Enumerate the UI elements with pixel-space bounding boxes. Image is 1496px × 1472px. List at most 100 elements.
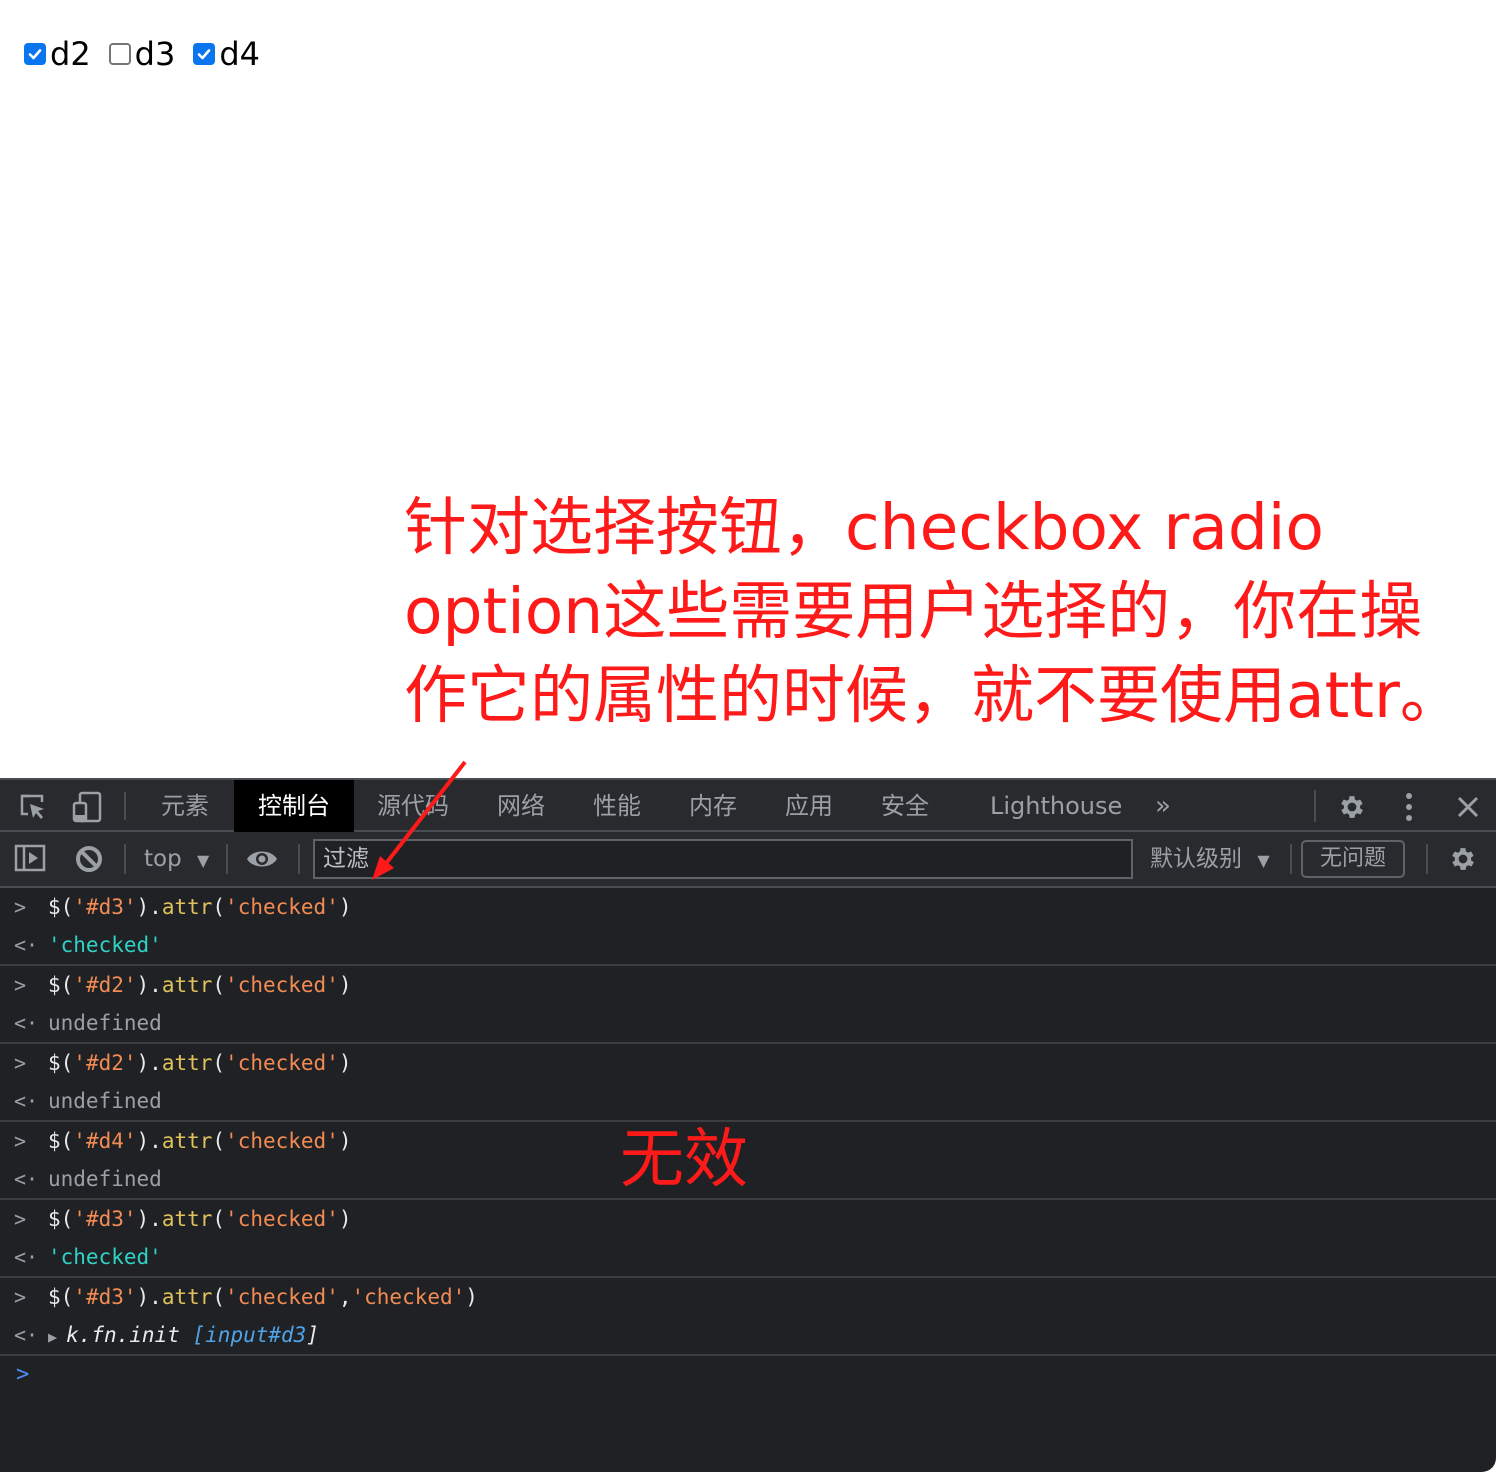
devtools-panel: 元素 控制台 源代码 网络 性能 内存 应用 安全 Lighthouse » t… bbox=[0, 778, 1496, 1472]
code-token: ( bbox=[212, 1051, 226, 1075]
separator bbox=[298, 844, 300, 874]
filter-input[interactable] bbox=[313, 839, 1133, 879]
tab-lighthouse[interactable]: Lighthouse bbox=[990, 780, 1122, 832]
console-entry: > $('#d2').attr('checked') <· undefined bbox=[0, 966, 1496, 1044]
separator bbox=[1290, 844, 1292, 874]
console-output-line: <· undefined bbox=[0, 1082, 1496, 1120]
code-method: attr bbox=[161, 895, 213, 919]
vertical-dots-icon[interactable] bbox=[1392, 790, 1426, 824]
console-entry: > $('#d3').attr('checked','checked') <· ▶ k… bbox=[0, 1278, 1496, 1356]
code-token: $( bbox=[48, 1129, 74, 1153]
code-method: attr bbox=[161, 1207, 213, 1231]
console-settings-gear-icon[interactable] bbox=[1448, 844, 1478, 878]
console-input-line[interactable]: > $('#d3').attr('checked') bbox=[0, 888, 1496, 926]
console-input-line[interactable]: > $('#d2').attr('checked') bbox=[0, 1044, 1496, 1082]
code-token: ] bbox=[306, 1323, 319, 1347]
code-token: ( bbox=[212, 973, 226, 997]
devtools-tab-bar: 元素 控制台 源代码 网络 性能 内存 应用 安全 Lighthouse » bbox=[0, 778, 1496, 832]
console-output-line: <· 'checked' bbox=[0, 926, 1496, 964]
checkbox-d2-box[interactable] bbox=[24, 43, 46, 65]
tab-network[interactable]: 网络 bbox=[476, 780, 566, 832]
code-string: '#d3' bbox=[73, 1207, 137, 1231]
result-string: 'checked' bbox=[48, 1245, 162, 1269]
tab-application[interactable]: 应用 bbox=[764, 780, 854, 832]
console-entry: > $('#d3').attr('checked') <· 'checked' bbox=[0, 1200, 1496, 1278]
context-selector[interactable]: top ▼ bbox=[144, 832, 209, 888]
code-string: 'checked' bbox=[225, 895, 339, 919]
result-string: 'checked' bbox=[48, 933, 162, 957]
code-token: ). bbox=[136, 1129, 162, 1153]
tab-memory[interactable]: 内存 bbox=[668, 780, 758, 832]
checkbox-d4-box[interactable] bbox=[193, 43, 216, 65]
input-chevron-icon: > bbox=[14, 1051, 27, 1075]
console-input-line[interactable]: > $('#d4').attr('checked') bbox=[0, 1122, 1496, 1160]
checkmark-icon bbox=[198, 49, 211, 60]
eye-icon[interactable] bbox=[245, 846, 279, 876]
separator bbox=[124, 844, 126, 874]
console-input-line[interactable]: > $('#d3').attr('checked','checked') bbox=[0, 1278, 1496, 1316]
dropdown-arrow-icon: ▼ bbox=[197, 851, 210, 870]
code-token: ( bbox=[212, 895, 226, 919]
code-string: '#d2' bbox=[73, 1051, 137, 1075]
output-arrow-icon: <· bbox=[14, 1167, 39, 1191]
console-entry: > $('#d3').attr('checked') <·'checked' bbox=[0, 888, 1496, 966]
tab-performance[interactable]: 性能 bbox=[572, 780, 662, 832]
log-level-label: 默认级别 bbox=[1150, 846, 1242, 872]
tab-elements[interactable]: 元素 bbox=[140, 780, 230, 832]
tab-security[interactable]: 安全 bbox=[860, 780, 950, 832]
inspect-element-icon[interactable] bbox=[16, 790, 50, 824]
issues-button[interactable]: 无问题 bbox=[1301, 840, 1405, 878]
annotation-line: option这些需要用户选择的，你在操 bbox=[404, 575, 1423, 648]
checkbox-d2-label: d2 bbox=[50, 35, 91, 73]
code-string: 'checked' bbox=[351, 1285, 466, 1309]
result-object-name: k.fn.init bbox=[66, 1323, 180, 1347]
gear-icon[interactable] bbox=[1335, 790, 1369, 824]
code-string: '#d3' bbox=[73, 1285, 137, 1309]
code-string: 'checked' bbox=[225, 973, 339, 997]
output-arrow-icon: <· bbox=[14, 1245, 39, 1269]
device-toolbar-icon[interactable] bbox=[70, 790, 104, 824]
checkbox-d4[interactable]: d4 bbox=[193, 34, 260, 74]
code-string: '#d3' bbox=[73, 895, 137, 919]
output-arrow-icon: <· bbox=[14, 1011, 39, 1035]
invalid-annotation: 无效 bbox=[620, 1123, 748, 1197]
code-method: attr bbox=[161, 1285, 213, 1309]
console-input-line[interactable]: > $('#d2').attr('checked') bbox=[0, 966, 1496, 1004]
console-output-line: <· undefined bbox=[0, 1160, 1496, 1198]
expand-triangle-icon[interactable]: ▶ bbox=[48, 1328, 66, 1346]
checkbox-d3[interactable]: d3 bbox=[108, 34, 175, 74]
checkbox-d2[interactable]: d2 bbox=[24, 34, 91, 74]
annotation-line: 针对选择按钮，checkbox radio bbox=[404, 491, 1324, 564]
result-undefined: undefined bbox=[48, 1167, 162, 1191]
tab-sources[interactable]: 源代码 bbox=[364, 780, 462, 832]
input-chevron-icon: > bbox=[14, 895, 27, 919]
console-output-line: <· undefined bbox=[0, 1004, 1496, 1042]
clear-console-icon[interactable] bbox=[74, 844, 104, 878]
console-input-line[interactable]: > $('#d3').attr('checked') bbox=[0, 1200, 1496, 1238]
sidebar-toggle-icon[interactable] bbox=[14, 844, 46, 876]
prompt-chevron-icon: > bbox=[16, 1362, 30, 1387]
double-chevron-right-icon[interactable]: » bbox=[1146, 780, 1180, 832]
code-string: 'checked' bbox=[225, 1285, 339, 1309]
context-label: top bbox=[144, 846, 182, 872]
console-output-line: <· 'checked' bbox=[0, 1238, 1496, 1276]
code-token: ) bbox=[465, 1285, 478, 1309]
checkmark-icon bbox=[28, 49, 42, 60]
console-entry: > $('#d4').attr('checked') <· undefined bbox=[0, 1122, 1496, 1200]
input-chevron-icon: > bbox=[14, 1207, 27, 1231]
web-page: d2 d3 d4 针对选择按钮，checkbox radio option这些需… bbox=[0, 0, 1496, 778]
result-undefined: undefined bbox=[48, 1089, 162, 1113]
close-icon[interactable] bbox=[1451, 790, 1485, 824]
tab-console[interactable]: 控制台 bbox=[234, 780, 354, 832]
log-level-selector[interactable]: 默认级别 ▼ bbox=[1150, 832, 1270, 888]
output-arrow-icon: <· bbox=[14, 1323, 39, 1347]
code-token: [ bbox=[179, 1323, 206, 1347]
code-token: ). bbox=[136, 1285, 162, 1309]
code-method: attr bbox=[161, 973, 213, 997]
checkbox-d3-box[interactable] bbox=[108, 43, 131, 65]
code-token: , bbox=[338, 1285, 352, 1309]
console-prompt[interactable]: > bbox=[0, 1356, 1496, 1398]
code-string: 'checked' bbox=[225, 1129, 339, 1153]
code-string: 'checked' bbox=[225, 1051, 339, 1075]
console-output-line[interactable]: <· ▶ k.fn.init [input#d3] bbox=[0, 1316, 1496, 1354]
